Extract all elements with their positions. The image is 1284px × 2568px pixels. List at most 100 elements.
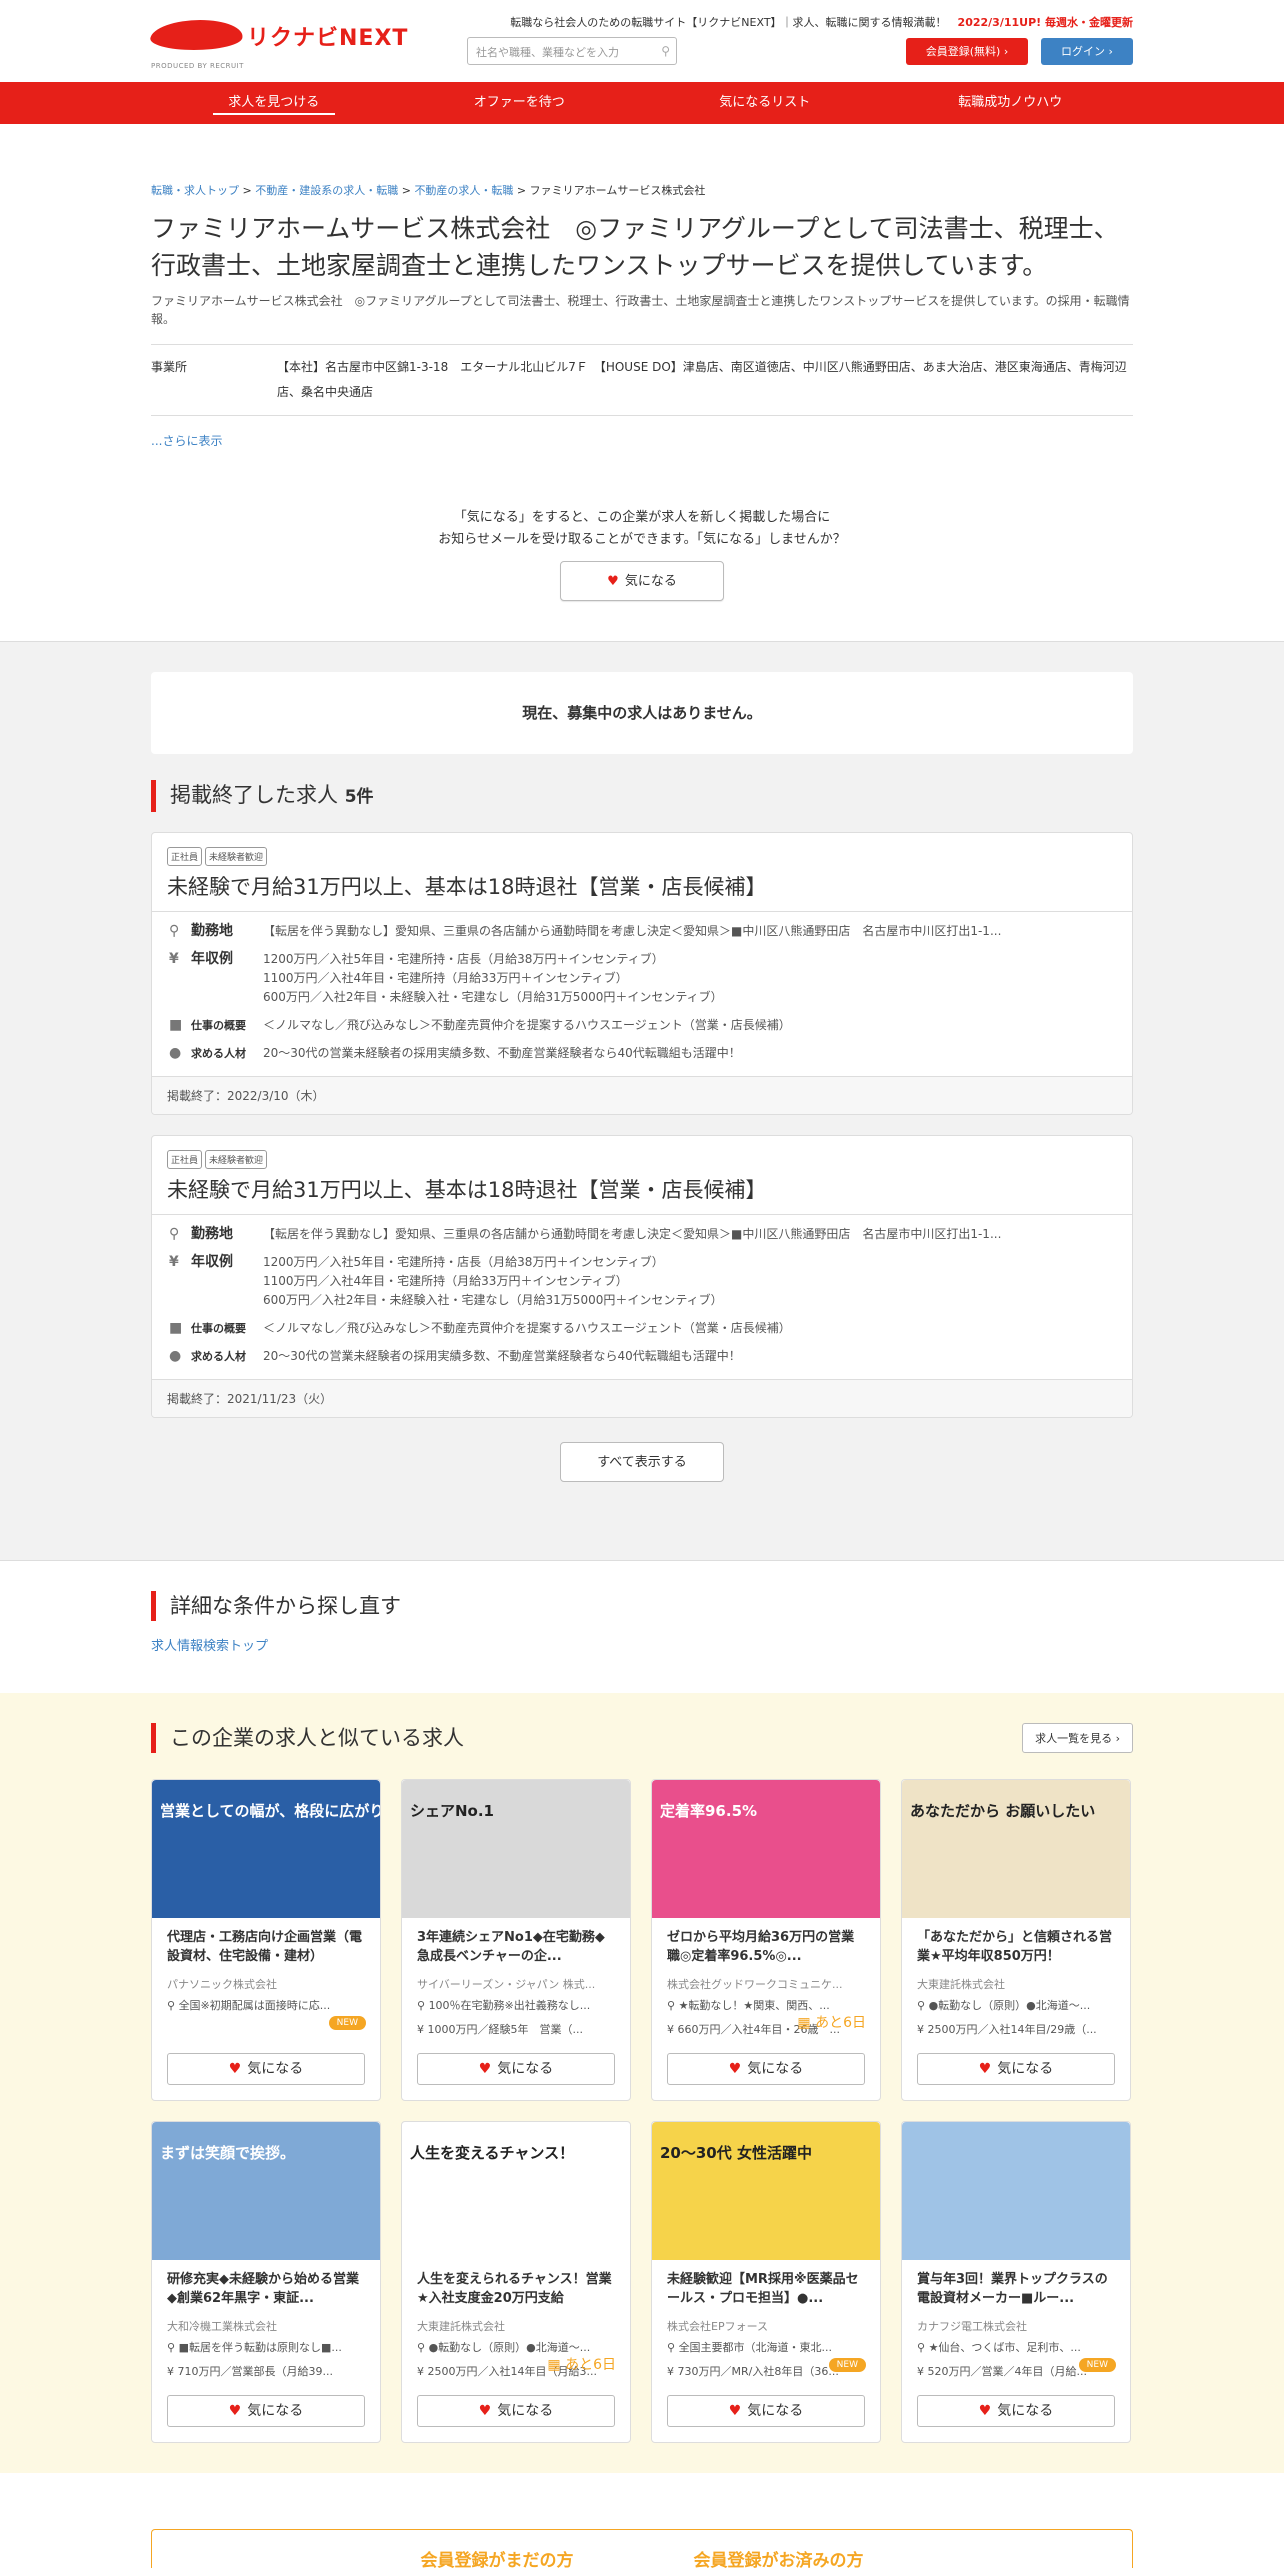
similar-job-title[interactable]: 賞与年3回！業界トップクラスの電設資材メーカー■ルー... [902,2260,1130,2316]
similar-job-company: 株式会社グッドワークコミュニケ... [667,1978,843,1991]
main-nav: 求人を見つける オファーを待つ 気になるリスト 転職成功ノウハウ [0,82,1284,124]
yen-icon: ¥ [167,2365,174,2378]
similar-job-title[interactable]: 未経験歓迎【MR採用※医薬品セールス・プロモ担当】●... [652,2260,880,2316]
similar-job-title[interactable]: 代理店・工務店向け企画営業（電設資材、住宅設備・建材） [152,1918,380,1974]
not-member-heading: 会員登録がまだの方 [420,2551,574,2568]
favorite-label: 気になる [624,574,677,589]
ended-date: 掲載終了：2021/11/23（火） [152,1379,1132,1417]
search-input[interactable]: 社名や職種、業種などを入力 ⚲ [467,37,677,65]
salary-label-text: 年収例 [191,951,233,967]
search-top-link[interactable]: 求人情報検索トップ [151,1635,1133,1654]
location-text: 全国※初期配属は面接時に応... [178,1999,331,2012]
yen-icon: ¥ [917,2365,924,2378]
target-label-text: 求める人材 [191,1047,246,1060]
similar-job-card[interactable]: あなただから お願いしたい 「あなただから」と信頼される営業★平均年収850万円… [901,1779,1131,2101]
thumbnail-text: 20～30代 女性活躍中 [660,2144,812,2162]
breadcrumb-top[interactable]: 転職・求人トップ [151,184,239,197]
location-label: ⚲ 勤務地 [167,1225,263,1244]
days-left-text: あと6日 [565,2357,616,2373]
similar-favorite-button[interactable]: ♥ 気になる [667,2395,865,2427]
nav-offers[interactable]: オファーを待つ [397,82,643,124]
similar-job-title[interactable]: ゼロから平均月給36万円の営業職◎定着率96.5%◎... [652,1918,880,1974]
tagline-text: 転職なら社会人のための転職サイト【リクナビNEXT】｜求人、転職に関する情報満載… [510,16,947,29]
similar-favorite-button[interactable]: ♥ 気になる [417,2395,615,2427]
show-all-button[interactable]: すべて表示する [560,1442,724,1482]
location-label: ⚲ 勤務地 [167,922,263,941]
similar-job-salary: ¥ 1000万円／経験5年 営業（... [402,2016,630,2040]
job-thumbnail[interactable]: 営業としての幅が、格段に広がりました。 [152,1780,380,1918]
location-label-text: 勤務地 [191,1226,233,1242]
days-left-text: あと6日 [815,2015,866,2031]
similar-favorite-button[interactable]: ♥ 気になる [167,2053,365,2085]
similar-favorite-button[interactable]: ♥ 気になる [917,2395,1115,2427]
similar-job-title[interactable]: 3年連続シェアNo1◆在宅勤務◆急成長ベンチャーの企... [402,1918,630,1974]
similar-job-card[interactable]: シェアNo.1 3年連続シェアNo1◆在宅勤務◆急成長ベンチャーの企... サイ… [401,1779,631,2101]
thumbnail-text: まずは笑顔で挨拶。 [160,2144,296,2162]
location-text: ★転勤なし！★関東、関西、... [678,1999,830,2012]
job-thumbnail[interactable] [902,2122,1130,2260]
similar-job-card[interactable]: 定着率96.5% ゼロから平均月給36万円の営業職◎定着率96.5%◎... 株… [651,1779,881,2101]
office-label: 事業所 [151,360,188,374]
office-value: 【本社】名古屋市中区錦1-3-18 エターナル北山ビル7Ｆ 【HOUSE DO】… [277,360,1127,399]
update-info: 2022/3/11UP! 毎週水・金曜更新 [957,16,1133,29]
similar-favorite-button[interactable]: ♥ 気になる [417,2053,615,2085]
similar-job-card[interactable]: 営業としての幅が、格段に広がりました。 代理店・工務店向け企画営業（電設資材、住… [151,1779,381,2101]
similar-job-title[interactable]: 人生を変えられるチャンス！営業★入社支度金20万円支給 [402,2260,630,2316]
similar-favorite-button[interactable]: ♥ 気になる [667,2053,865,2085]
register-button[interactable]: 会員登録(無料) › [906,38,1028,65]
salary-line: 1200万円／入社5年目・宅建所持・店長（月給38万円＋インセンティブ） [263,952,664,966]
job-thumbnail[interactable]: あなただから お願いしたい [902,1780,1130,1918]
show-more-link[interactable]: ...さらに表示 [151,432,1133,449]
person-icon: ● [169,1045,182,1061]
nav-find-jobs[interactable]: 求人を見つける [151,82,397,124]
company-favorite-button[interactable]: ♥ 気になる [560,561,724,601]
yen-icon: ¥ [169,1254,179,1270]
login-button[interactable]: ログイン › [1041,38,1133,65]
similar-job-salary: ¥ 2500万円／入社14年目/29歳（... [902,2016,1130,2040]
map-pin-icon: ⚲ [667,1999,676,2012]
heart-icon: ♥ [978,2403,992,2419]
job-title[interactable]: 未経験で月給31万円以上、基本は18時退社【営業・店長候補】 [167,871,1117,901]
search-icon[interactable]: ⚲ [661,44,670,58]
similar-job-salary: ¥ 710万円／営業部長（月給39... [152,2358,380,2382]
similar-job-card[interactable]: まずは笑顔で挨拶。 研修充実◆未経験から始める営業◆創業62年黒字・東証... … [151,2121,381,2443]
breadcrumb-subcategory[interactable]: 不動産の求人・転職 [414,184,513,197]
breadcrumb-category[interactable]: 不動産・建設系の求人・転職 [255,184,398,197]
similar-favorite-button[interactable]: ♥ 気になる [167,2395,365,2427]
job-thumbnail[interactable]: まずは笑顔で挨拶。 [152,2122,380,2260]
site-logo[interactable]: リクナビNEXT PRODUCED BY RECRUIT [147,18,407,70]
similar-job-card[interactable]: 賞与年3回！業界トップクラスの電設資材メーカー■ルー... カナフジ電工株式会社… [901,2121,1131,2443]
yen-icon: ¥ [667,2365,674,2378]
similar-favorite-button[interactable]: ♥ 気になる [917,2053,1115,2085]
salary-text: 520万円／営業／4年目（月給... [927,2365,1087,2378]
similar-job-title[interactable]: 研修充実◆未経験から始める営業◆創業62年黒字・東証... [152,2260,380,2316]
similar-job-title[interactable]: 「あなただから」と信頼される営業★平均年収850万円！ [902,1918,1130,1974]
nav-favorites[interactable]: 気になるリスト [642,82,888,124]
header: リクナビNEXT PRODUCED BY RECRUIT 転職なら社会人のための… [147,0,1133,82]
tagline: 転職なら社会人のための転職サイト【リクナビNEXT】｜求人、転職に関する情報満載… [510,14,1133,30]
ended-jobs-heading: 掲載終了した求人 5件 [151,780,1133,812]
job-card[interactable]: 正社員 未経験者歓迎 未経験で月給31万円以上、基本は18時退社【営業・店長候補】… [151,832,1133,1115]
favorite-label: 気になる [247,2061,304,2077]
job-list-button[interactable]: 求人一覧を見る › [1022,1723,1133,1753]
similar-job-card[interactable]: 20～30代 女性活躍中 未経験歓迎【MR採用※医薬品セールス・プロモ担当】●.… [651,2121,881,2443]
job-title[interactable]: 未経験で月給31万円以上、基本は18時退社【営業・店長候補】 [167,1174,1117,1204]
job-thumbnail[interactable]: シェアNo.1 [402,1780,630,1918]
salary-line: 600万円／入社2年目・未経験入社・宅建なし（月給31万5000円＋インセンティ… [263,1293,723,1307]
similar-job-card[interactable]: 人生を変えるチャンス！ 人生を変えられるチャンス！営業★入社支度金20万円支給 … [401,2121,631,2443]
favorite-note: 「気になる」をすると、この企業が求人を新しく掲載した場合に お知らせメールを受け… [151,507,1133,551]
job-thumbnail[interactable]: 定着率96.5% [652,1780,880,1918]
similar-job-company: 大和冷機工業株式会社 [167,2320,277,2333]
jobs-section: 現在、募集中の求人はありません。 掲載終了した求人 5件 正社員 未経験者歓迎 未… [0,641,1284,1561]
job-card[interactable]: 正社員 未経験者歓迎 未経験で月給31万円以上、基本は18時退社【営業・店長候補】… [151,1135,1133,1418]
nav-knowhow[interactable]: 転職成功ノウハウ [888,82,1134,124]
ended-date: 掲載終了：2022/3/10（木） [152,1076,1132,1114]
salary-text: 2500万円／入社14年目/29歳（... [927,2023,1097,2036]
office-row: 事業所 【本社】名古屋市中区錦1-3-18 エターナル北山ビル7Ｆ 【HOUSE… [151,344,1133,416]
similar-job-location: ⚲ ★仙台、つくば市、足利市、... [902,2334,1130,2358]
job-thumbnail[interactable]: 人生を変えるチャンス！ [402,2122,630,2260]
job-thumbnail[interactable]: 20～30代 女性活躍中 [652,2122,880,2260]
member-heading: 会員登録がお済みの方 [693,2551,864,2568]
salary-line: 1100万円／入社4年目・宅建所持（月給33万円＋インセンティブ） [263,1274,628,1288]
logo-text: リクナビNEXT [247,26,409,51]
